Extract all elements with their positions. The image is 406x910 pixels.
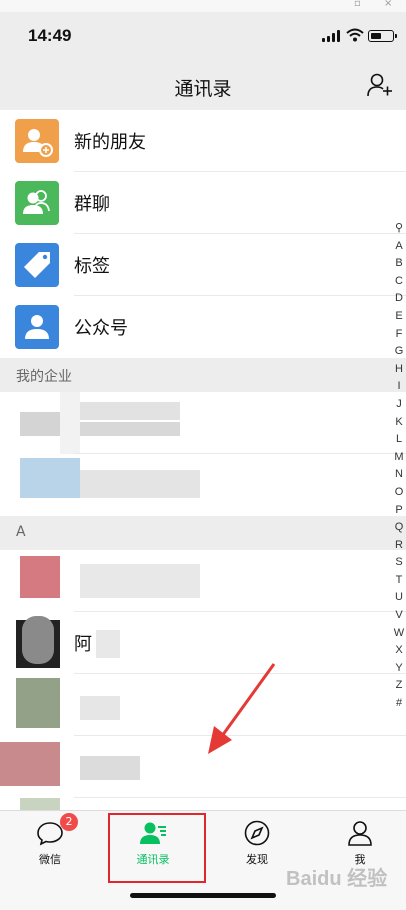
group-chats-item[interactable]: 群聊 xyxy=(0,172,406,234)
blurred-name xyxy=(80,696,120,720)
index-letter[interactable]: Z xyxy=(388,677,406,695)
blurred-name xyxy=(80,756,140,780)
index-letter[interactable]: Y xyxy=(388,660,406,678)
index-letter[interactable]: N xyxy=(388,466,406,484)
blurred-name xyxy=(80,402,180,420)
index-letter[interactable]: X xyxy=(388,642,406,660)
group-chat-icon xyxy=(15,181,59,225)
alphabet-index[interactable]: ⚲ A B C D E F G H I J K L M N O P Q R S … xyxy=(388,220,406,713)
status-time: 14:49 xyxy=(28,26,72,45)
blurred-avatar xyxy=(0,742,60,786)
index-letter[interactable]: S xyxy=(388,554,406,572)
index-letter[interactable]: M xyxy=(388,449,406,467)
compass-icon xyxy=(244,820,270,846)
index-letter[interactable]: D xyxy=(388,290,406,308)
contact-row[interactable] xyxy=(0,550,406,612)
watermark: Baidu 经验 xyxy=(286,868,388,890)
section-title: 我的企业 xyxy=(16,369,72,385)
index-letter[interactable]: R xyxy=(388,537,406,555)
group-chats-label: 群聊 xyxy=(74,194,110,215)
blurred-avatar xyxy=(20,458,80,498)
add-friend-icon[interactable] xyxy=(366,72,394,98)
blurred-name xyxy=(80,564,200,598)
home-indicator[interactable] xyxy=(130,893,276,898)
index-letter[interactable]: L xyxy=(388,431,406,449)
minimize-icon[interactable]: ▫ xyxy=(354,0,361,9)
tab-chats[interactable]: 2 微信 xyxy=(10,811,90,871)
wifi-icon xyxy=(346,28,364,42)
index-letter[interactable]: K xyxy=(388,414,406,432)
index-letter[interactable]: U xyxy=(388,589,406,607)
tags-item[interactable]: 标签 xyxy=(0,234,406,296)
index-letter[interactable]: W xyxy=(388,625,406,643)
enterprise-contact-row[interactable] xyxy=(0,454,406,516)
section-header-enterprise: 我的企业 xyxy=(0,358,406,392)
index-letter[interactable]: J xyxy=(388,396,406,414)
nav-bar: 通讯录 xyxy=(0,62,406,110)
official-account-icon xyxy=(15,305,59,349)
unread-badge: 2 xyxy=(60,813,78,831)
tab-label: 微信 xyxy=(39,853,61,866)
contact-row[interactable] xyxy=(0,798,406,810)
enterprise-contact-row[interactable] xyxy=(0,392,406,454)
new-friends-label: 新的朋友 xyxy=(74,132,146,153)
contact-name-partial: 阿 xyxy=(74,634,92,655)
index-search-icon[interactable]: ⚲ xyxy=(388,220,406,238)
new-friends-item[interactable]: 新的朋友 xyxy=(0,110,406,172)
index-letter[interactable]: H xyxy=(388,361,406,379)
index-letter[interactable]: Q xyxy=(388,519,406,537)
window-top-strip: ▫ × xyxy=(0,0,406,12)
official-accounts-item[interactable]: 公众号 xyxy=(0,296,406,358)
tags-label: 标签 xyxy=(74,256,110,277)
battery-icon xyxy=(368,30,397,42)
index-letter[interactable]: V xyxy=(388,607,406,625)
blurred-avatar xyxy=(20,556,60,598)
index-letter[interactable]: # xyxy=(388,695,406,713)
blurred-avatar xyxy=(22,616,54,664)
index-letter[interactable]: E xyxy=(388,308,406,326)
index-letter[interactable]: P xyxy=(388,502,406,520)
index-letter[interactable]: F xyxy=(388,326,406,344)
index-letter[interactable]: C xyxy=(388,273,406,291)
index-letter[interactable]: O xyxy=(388,484,406,502)
person-icon xyxy=(348,821,372,846)
blurred-avatar xyxy=(16,678,60,728)
section-letter: A xyxy=(16,524,26,540)
index-letter[interactable]: B xyxy=(388,255,406,273)
index-letter[interactable]: A xyxy=(388,238,406,256)
tab-discover[interactable]: 发现 xyxy=(217,811,297,871)
status-bar: 14:49 xyxy=(0,12,406,62)
tag-icon xyxy=(15,243,59,287)
signal-icon xyxy=(322,30,342,42)
highlight-box xyxy=(108,813,206,883)
index-letter[interactable]: G xyxy=(388,343,406,361)
official-accounts-label: 公众号 xyxy=(74,318,128,339)
section-header-a: A xyxy=(0,516,406,550)
close-icon[interactable]: × xyxy=(384,0,392,9)
blurred-name xyxy=(80,470,200,498)
new-friends-icon xyxy=(15,119,59,163)
page-title: 通讯录 xyxy=(174,78,232,100)
tab-label: 发现 xyxy=(246,853,268,866)
index-letter[interactable]: T xyxy=(388,572,406,590)
annotation-arrow xyxy=(208,663,276,754)
index-letter[interactable]: I xyxy=(388,378,406,396)
